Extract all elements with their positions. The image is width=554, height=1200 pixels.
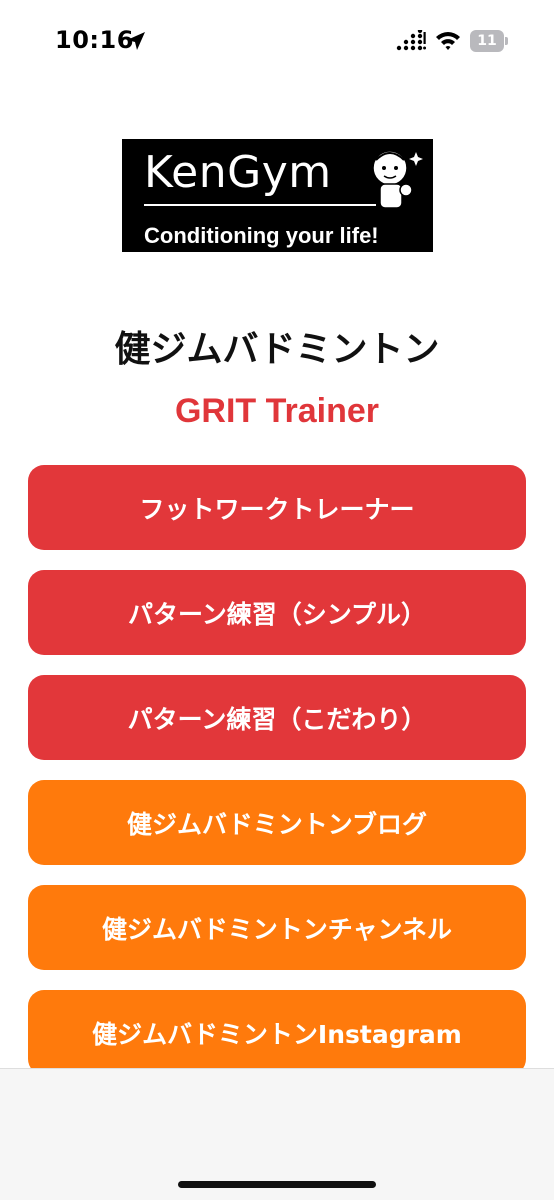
status-time: 10:16 bbox=[55, 26, 134, 54]
wifi-icon bbox=[436, 32, 460, 50]
blog-link-button[interactable]: 健ジムバドミントンブログ bbox=[28, 780, 526, 865]
mascot-icon bbox=[372, 150, 423, 209]
kengym-logo: KenGym Conditioning your life! bbox=[122, 139, 433, 252]
battery-tip bbox=[505, 37, 508, 45]
logo-brand-text: KenGym bbox=[144, 147, 332, 198]
pattern-practice-simple-button[interactable]: パターン練習（シンプル） bbox=[28, 570, 526, 655]
pattern-practice-detailed-button[interactable]: パターン練習（こだわり） bbox=[28, 675, 526, 760]
page-subtitle: GRIT Trainer bbox=[174, 392, 380, 430]
battery-icon: 11 bbox=[470, 30, 510, 52]
instagram-link-button[interactable]: 健ジムバドミントンInstagram bbox=[28, 990, 526, 1075]
location-arrow-icon bbox=[127, 32, 145, 50]
channel-link-button[interactable]: 健ジムバドミントンチャンネル bbox=[28, 885, 526, 970]
status-bar: 10:16 11 bbox=[0, 0, 554, 84]
page-title: 健ジムバドミントン bbox=[114, 329, 440, 370]
logo-underline bbox=[144, 204, 376, 206]
cellular-signal-icon bbox=[396, 30, 426, 51]
battery-level: 11 bbox=[470, 30, 504, 52]
footwork-trainer-button[interactable]: フットワークトレーナー bbox=[28, 465, 526, 550]
logo-tagline: Conditioning your life! bbox=[144, 223, 379, 248]
home-indicator[interactable] bbox=[178, 1181, 376, 1188]
